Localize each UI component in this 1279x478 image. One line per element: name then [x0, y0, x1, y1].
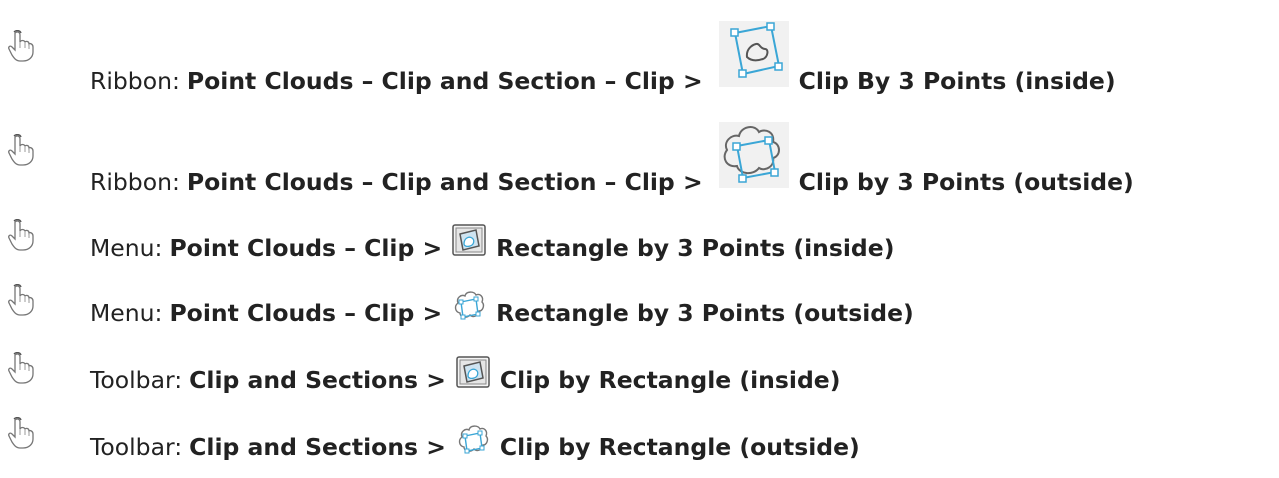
access-method-label: Menu: [90, 234, 163, 262]
access-method-label: Ribbon: [90, 67, 180, 95]
access-method-label: Toolbar: [90, 433, 183, 461]
mouse-hand-icon [8, 352, 34, 384]
instruction-row: Ribbon: Point Clouds – Clip and Section … [0, 0, 1279, 108]
rectangle-outside-icon [455, 291, 485, 320]
command-path: Point Clouds – Clip > [169, 234, 443, 262]
command-icon-box [713, 19, 789, 95]
instruction-row: Toolbar: Clip and Sections > Clip by Rec… [0, 346, 1279, 411]
mouse-hand-icon [8, 219, 34, 251]
instruction-row: Ribbon: Point Clouds – Clip and Section … [0, 108, 1279, 216]
access-method-label: Ribbon: [90, 168, 180, 196]
instruction-row: Menu: Point Clouds – Clip > Rectangle by… [0, 216, 1279, 281]
instruction-text: Ribbon: Point Clouds – Clip and Section … [90, 0, 1116, 95]
command-path: Clip and Sections > [189, 366, 446, 394]
command-name: Clip By 3 Points (inside) [798, 67, 1116, 95]
command-icon-box [713, 120, 789, 196]
command-icon-box [452, 224, 486, 262]
command-name: Rectangle by 3 Points (inside) [496, 234, 895, 262]
command-path: Point Clouds – Clip > [169, 299, 443, 327]
clip-inside-large-icon [718, 21, 789, 87]
mouse-hand-icon [8, 417, 34, 449]
rectangle-outside-icon [458, 425, 489, 454]
rectangle-inside-icon [456, 356, 490, 388]
instruction-text: Toolbar: Clip and Sections > Clip by Rec… [90, 411, 860, 461]
access-method-label: Menu: [90, 299, 163, 327]
command-icon-box [456, 356, 490, 394]
command-name: Rectangle by 3 Points (outside) [496, 299, 914, 327]
command-path: Clip and Sections > [189, 433, 446, 461]
command-name: Clip by 3 Points (outside) [798, 168, 1134, 196]
command-path: Point Clouds – Clip and Section – Clip > [186, 67, 703, 95]
command-icon-box [456, 423, 490, 461]
mouse-hand-icon [8, 284, 34, 316]
instruction-row: Menu: Point Clouds – Clip > Rectangle by… [0, 281, 1279, 346]
instruction-text: Menu: Point Clouds – Clip > Rectangle by… [90, 216, 894, 262]
rectangle-inside-icon [452, 224, 486, 256]
instruction-text: Menu: Point Clouds – Clip > Rectangle by… [90, 281, 914, 327]
mouse-hand-icon [8, 30, 34, 62]
instruction-row: Toolbar: Clip and Sections > Clip by Rec… [0, 411, 1279, 478]
clip-outside-large-icon [718, 122, 789, 188]
command-icon-box [452, 289, 486, 327]
access-method-label: Toolbar: [90, 366, 183, 394]
instruction-text: Ribbon: Point Clouds – Clip and Section … [90, 108, 1134, 196]
mouse-hand-icon [8, 134, 34, 166]
command-path: Point Clouds – Clip and Section – Clip > [186, 168, 703, 196]
command-name: Clip by Rectangle (outside) [499, 433, 860, 461]
command-name: Clip by Rectangle (inside) [499, 366, 841, 394]
instruction-text: Toolbar: Clip and Sections > Clip by Rec… [90, 346, 840, 394]
